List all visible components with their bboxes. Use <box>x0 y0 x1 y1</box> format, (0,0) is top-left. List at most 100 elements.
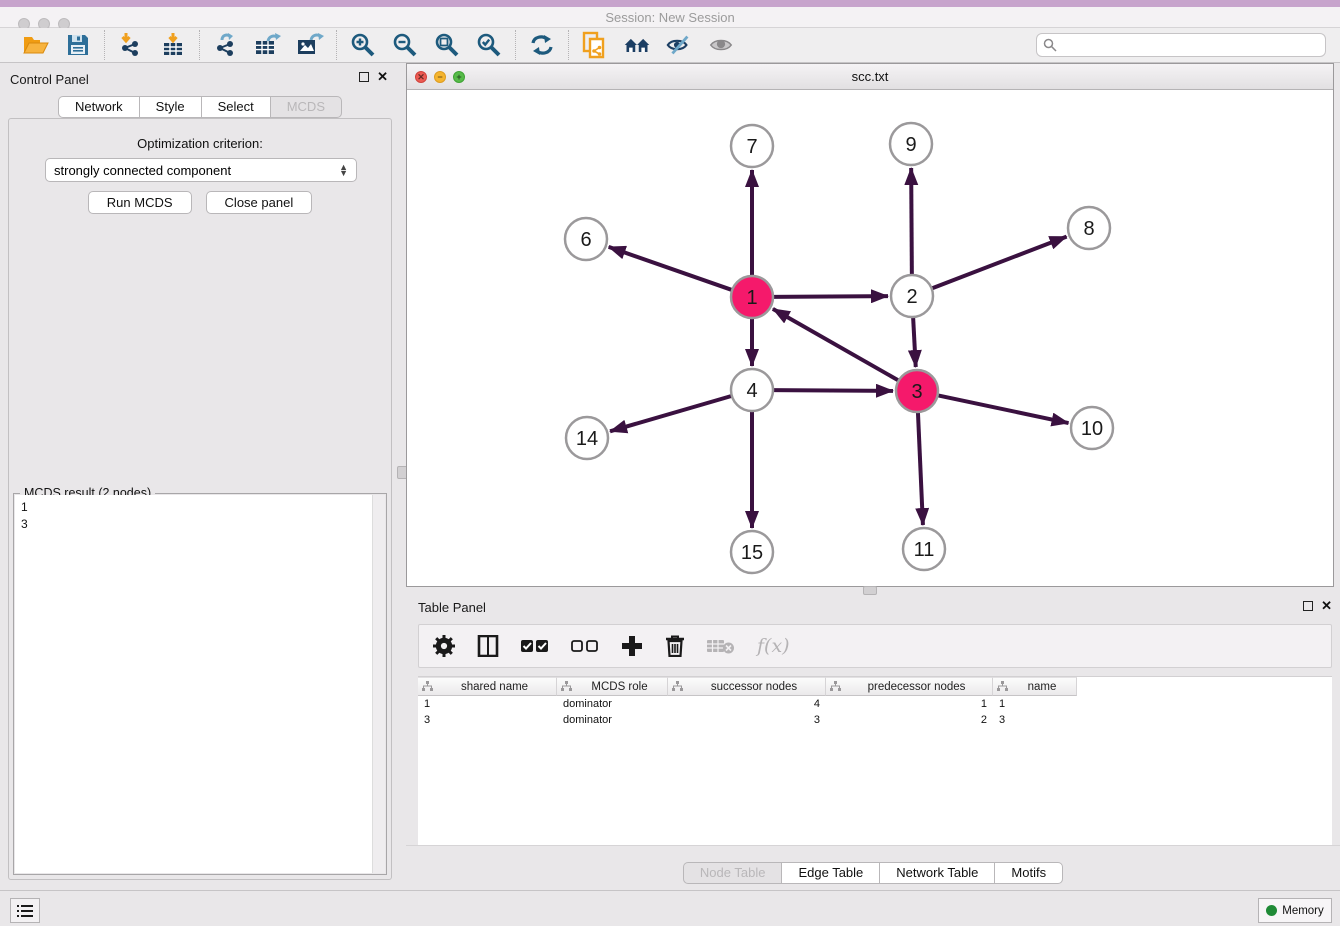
search-field[interactable] <box>1061 38 1319 52</box>
edge-4-14[interactable] <box>610 396 732 431</box>
optimization-criterion-select[interactable]: strongly connected component ▲▼ <box>45 158 357 182</box>
column-header-name[interactable]: name <box>993 677 1077 696</box>
network-close-icon[interactable]: ✕ <box>415 71 427 83</box>
hide-selected-icon[interactable] <box>665 31 693 59</box>
search-input[interactable] <box>1036 33 1326 57</box>
horizontal-splitter-grip[interactable] <box>863 586 877 595</box>
close-panel-button[interactable]: Close panel <box>206 191 313 214</box>
column-chooser-icon[interactable] <box>477 635 499 657</box>
zoom-out-icon[interactable] <box>391 31 419 59</box>
node-label-4: 4 <box>746 380 757 402</box>
node-label-11: 11 <box>914 539 935 561</box>
show-all-icon[interactable] <box>707 31 735 59</box>
network-view-window: ✕ − + scc.txt 7968124314101511 <box>406 63 1334 587</box>
first-neighbors-icon[interactable] <box>623 31 651 59</box>
zoom-fit-icon[interactable] <box>433 31 461 59</box>
table-settings-icon[interactable] <box>433 635 455 657</box>
export-table-icon[interactable] <box>254 31 282 59</box>
import-network-icon[interactable] <box>117 31 145 59</box>
node-label-10: 10 <box>1081 418 1103 440</box>
export-image-icon[interactable] <box>296 31 324 59</box>
tab-network[interactable]: Network <box>58 96 139 118</box>
app-titlebar: Session: New Session <box>0 7 1340 28</box>
edge-2-3[interactable] <box>913 317 916 367</box>
cell-shared-name[interactable]: 3 <box>418 712 557 728</box>
export-network-icon[interactable] <box>212 31 240 59</box>
edge-4-3[interactable] <box>773 390 893 391</box>
tab-node-table[interactable]: Node Table <box>683 862 782 884</box>
node-label-9: 9 <box>905 134 916 156</box>
mcds-result-line: 3 <box>21 516 367 533</box>
column-header-mcds-role[interactable]: MCDS role <box>557 677 668 696</box>
mcds-result-content[interactable]: 13 <box>15 495 373 873</box>
delete-table-icon <box>707 637 735 655</box>
cell-successor-nodes[interactable]: 3 <box>668 712 826 728</box>
network-minimize-icon[interactable]: − <box>434 71 446 83</box>
node-table-rows[interactable]: 1dominator4113dominator323 <box>418 696 1332 728</box>
table-panel: Table Panel ✕ f(x) shared nameMCDS roles… <box>406 595 1340 890</box>
zoom-selected-icon[interactable] <box>475 31 503 59</box>
node-label-8: 8 <box>1083 218 1094 240</box>
node-label-3: 3 <box>911 381 922 403</box>
node-table-header[interactable]: shared nameMCDS rolesuccessor nodesprede… <box>418 677 1332 696</box>
cell-successor-nodes[interactable]: 4 <box>668 696 826 712</box>
save-session-icon[interactable] <box>64 31 92 59</box>
edge-2-9[interactable] <box>911 168 912 275</box>
mcds-result-scrollbar[interactable] <box>372 495 385 873</box>
cell-predecessor-nodes[interactable]: 2 <box>826 712 993 728</box>
select-all-icon[interactable] <box>521 639 549 653</box>
node-label-2: 2 <box>906 286 917 308</box>
tab-motifs[interactable]: Motifs <box>994 862 1063 884</box>
search-area <box>1036 33 1326 57</box>
clone-network-icon[interactable] <box>581 31 609 59</box>
window-accent-strip <box>0 0 1340 7</box>
node-label-15: 15 <box>741 542 763 564</box>
memory-button[interactable]: Memory <box>1258 898 1332 923</box>
column-header-successor-nodes[interactable]: successor nodes <box>668 677 826 696</box>
network-graph-canvas[interactable]: 7968124314101511 <box>407 90 1333 586</box>
app-title: Session: New Session <box>0 7 1340 28</box>
edge-3-10[interactable] <box>938 395 1069 423</box>
table-panel-float-icon[interactable] <box>1303 601 1313 611</box>
mcds-result-box: MCDS result (2 nodes) 13 <box>13 493 387 875</box>
mcds-panel: Optimization criterion: strongly connect… <box>8 118 392 880</box>
cell-name[interactable]: 1 <box>993 696 1077 712</box>
tab-style[interactable]: Style <box>139 96 201 118</box>
status-bar: Memory <box>0 890 1340 926</box>
apply-layout-icon[interactable] <box>528 31 556 59</box>
column-header-shared-name[interactable]: shared name <box>418 677 557 696</box>
open-session-icon[interactable] <box>22 31 50 59</box>
column-header-predecessor-nodes[interactable]: predecessor nodes <box>826 677 993 696</box>
network-maximize-icon[interactable]: + <box>453 71 465 83</box>
delete-column-icon[interactable] <box>665 635 685 657</box>
table-row[interactable]: 3dominator323 <box>418 712 1332 728</box>
cell-predecessor-nodes[interactable]: 1 <box>826 696 993 712</box>
cell-mcds-role[interactable]: dominator <box>557 696 668 712</box>
edge-1-6[interactable] <box>609 247 733 290</box>
optimization-criterion-value: strongly connected component <box>54 163 231 178</box>
edge-3-11[interactable] <box>918 412 923 525</box>
network-window-titlebar[interactable]: ✕ − + scc.txt <box>407 64 1333 90</box>
cell-name[interactable]: 3 <box>993 712 1077 728</box>
table-panel-close-icon[interactable]: ✕ <box>1321 601 1332 611</box>
add-column-icon[interactable] <box>621 635 643 657</box>
table-row[interactable]: 1dominator411 <box>418 696 1332 712</box>
edge-2-8[interactable] <box>932 237 1067 289</box>
node-label-6: 6 <box>580 229 591 251</box>
deselect-all-icon[interactable] <box>571 639 599 653</box>
tab-edge-table[interactable]: Edge Table <box>781 862 879 884</box>
task-history-button[interactable] <box>10 898 40 923</box>
import-table-icon[interactable] <box>159 31 187 59</box>
cell-mcds-role[interactable]: dominator <box>557 712 668 728</box>
run-mcds-button[interactable]: Run MCDS <box>88 191 192 214</box>
cell-shared-name[interactable]: 1 <box>418 696 557 712</box>
network-window-title: scc.txt <box>407 64 1333 90</box>
tab-network-table[interactable]: Network Table <box>879 862 994 884</box>
control-panel-close-icon[interactable]: ✕ <box>377 72 388 82</box>
tab-mcds[interactable]: MCDS <box>270 96 342 118</box>
tab-select[interactable]: Select <box>201 96 270 118</box>
edge-3-1[interactable] <box>773 309 899 381</box>
edge-1-2[interactable] <box>773 296 888 297</box>
control-panel-float-icon[interactable] <box>359 72 369 82</box>
zoom-in-icon[interactable] <box>349 31 377 59</box>
